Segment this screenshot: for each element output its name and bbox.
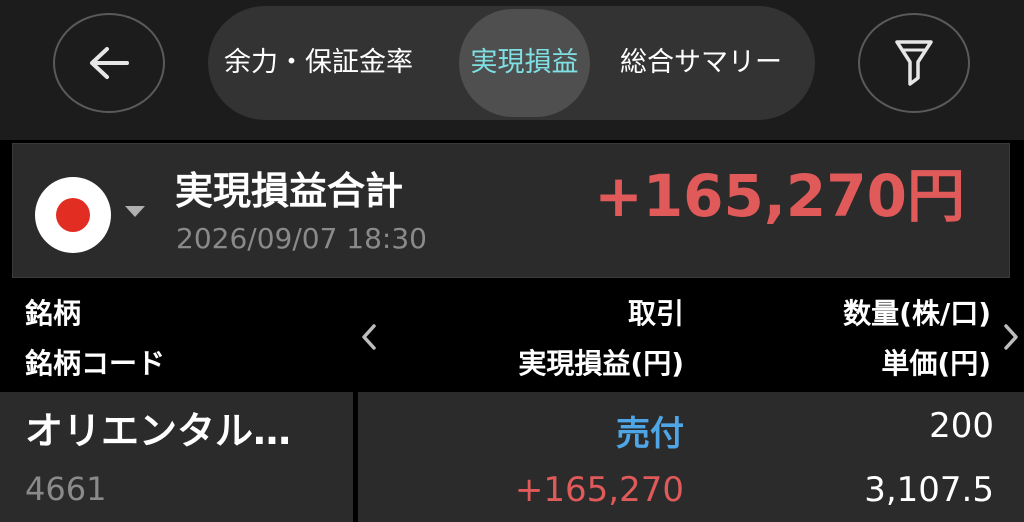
header-realized-pl: 実現損益(円)	[518, 347, 684, 380]
row-realized-pl: +165,270	[514, 470, 684, 510]
row-stock-code: 4661	[25, 470, 107, 508]
tab-realized-pl[interactable]: 実現損益	[459, 9, 590, 117]
tab-margin-ratio[interactable]: 余力・保証金率	[224, 6, 413, 120]
header-quantity: 数量(株/口)	[843, 297, 991, 330]
table-row[interactable]: オリエンタル… 4661	[0, 392, 353, 522]
chevron-left-icon[interactable]	[358, 322, 380, 352]
chevron-right-icon[interactable]	[1000, 322, 1022, 352]
table-header: 銘柄 銘柄コード 取引 実現損益(円) 数量(株/口) 単価(円)	[0, 280, 1024, 392]
top-nav-bar: 余力・保証金率 実現損益 総合サマリー	[0, 0, 1024, 140]
chevron-down-icon[interactable]	[125, 206, 145, 217]
header-unit-price: 単価(円)	[881, 347, 991, 380]
summary-total: +165,270円	[594, 162, 965, 230]
segmented-tabs: 余力・保証金率 実現損益 総合サマリー	[208, 6, 815, 120]
header-name: 銘柄	[25, 297, 82, 330]
flag-sun	[56, 198, 90, 232]
row-unit-price: 3,107.5	[864, 470, 994, 510]
summary-datetime: 2026/09/07 18:30	[176, 222, 427, 255]
header-trade: 取引	[627, 297, 684, 330]
back-button[interactable]	[53, 13, 165, 113]
tab-total-summary[interactable]: 総合サマリー	[620, 6, 782, 120]
arrow-left-icon	[90, 47, 129, 79]
japan-flag-icon[interactable]	[35, 177, 111, 253]
summary-title: 実現損益合計	[175, 169, 404, 213]
realized-pl-summary: 実現損益合計 2026/09/07 18:30 +165,270円	[12, 143, 1010, 278]
header-code: 銘柄コード	[25, 347, 166, 380]
row-stock-name: オリエンタル…	[25, 409, 292, 453]
row-quantity: 200	[929, 406, 994, 446]
filter-icon	[895, 40, 933, 86]
row-trade-type: 売付	[616, 414, 684, 454]
table-row-detail[interactable]: 売付 +165,270 200 3,107.5	[358, 392, 1024, 522]
filter-button[interactable]	[858, 13, 970, 113]
